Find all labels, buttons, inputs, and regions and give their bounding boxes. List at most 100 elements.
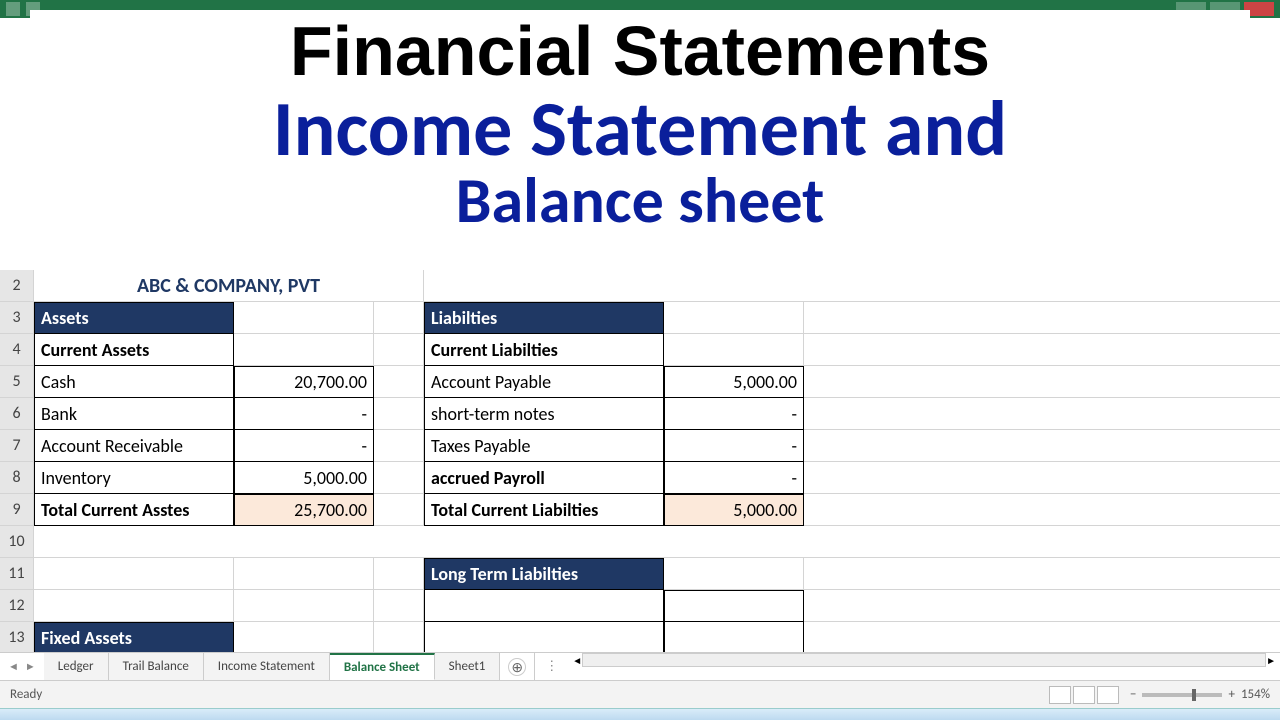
empty-cell[interactable] bbox=[374, 590, 424, 622]
row-number[interactable]: 11 bbox=[0, 558, 34, 590]
current-assets-label[interactable]: Current Assets bbox=[34, 334, 234, 366]
liabilities-header[interactable]: Liabilties bbox=[424, 302, 664, 334]
overlay-title-1: Financial Statements bbox=[41, 15, 1239, 89]
sheet-tab[interactable]: Sheet1 bbox=[435, 653, 501, 680]
add-sheet-button[interactable]: ⊕ bbox=[508, 658, 526, 676]
spreadsheet-grid[interactable]: 2 ABC & COMPANY, PVT 3 Assets Liabilties… bbox=[0, 270, 1280, 652]
row-number[interactable]: 8 bbox=[0, 462, 34, 494]
asset-label[interactable]: Inventory bbox=[34, 462, 234, 494]
empty-cell[interactable] bbox=[234, 590, 374, 622]
empty-cell[interactable] bbox=[374, 462, 424, 494]
asset-label[interactable]: Bank bbox=[34, 398, 234, 430]
empty-cell[interactable] bbox=[804, 558, 1280, 590]
fixed-assets-header[interactable]: Fixed Assets bbox=[34, 622, 234, 652]
tab-next-icon[interactable]: ► bbox=[25, 660, 36, 673]
page-layout-view-button[interactable] bbox=[1073, 686, 1095, 704]
empty-cell[interactable] bbox=[804, 302, 1280, 334]
empty-cell[interactable] bbox=[234, 334, 374, 366]
row-number[interactable]: 13 bbox=[0, 622, 34, 652]
empty-cell[interactable] bbox=[424, 590, 664, 622]
empty-cell[interactable] bbox=[374, 366, 424, 398]
empty-cell[interactable] bbox=[234, 302, 374, 334]
total-current-assets-value[interactable]: 25,700.00 bbox=[234, 494, 374, 526]
empty-cell[interactable] bbox=[664, 302, 804, 334]
zoom-out-icon[interactable]: − bbox=[1130, 687, 1136, 702]
current-liabilities-label[interactable]: Current Liabilties bbox=[424, 334, 664, 366]
asset-value[interactable]: 20,700.00 bbox=[234, 366, 374, 398]
row-number[interactable]: 5 bbox=[0, 366, 34, 398]
empty-cell[interactable] bbox=[804, 462, 1280, 494]
asset-value[interactable]: 5,000.00 bbox=[234, 462, 374, 494]
tab-prev-icon[interactable]: ◄ bbox=[8, 660, 19, 673]
zoom-slider[interactable] bbox=[1142, 693, 1222, 697]
empty-cell[interactable] bbox=[664, 590, 804, 622]
row-number[interactable]: 6 bbox=[0, 398, 34, 430]
scroll-left-icon[interactable]: ◄ bbox=[572, 654, 582, 667]
row-number[interactable]: 2 bbox=[0, 270, 34, 302]
long-term-liab-header[interactable]: Long Term Liabilties bbox=[424, 558, 664, 590]
empty-cell[interactable] bbox=[234, 558, 374, 590]
empty-cell[interactable] bbox=[34, 558, 234, 590]
empty-cell[interactable] bbox=[804, 590, 1280, 622]
empty-cell[interactable] bbox=[804, 622, 1280, 652]
asset-value[interactable]: - bbox=[234, 398, 374, 430]
liab-value[interactable]: 5,000.00 bbox=[664, 366, 804, 398]
asset-value[interactable]: - bbox=[234, 430, 374, 462]
asset-label[interactable]: Cash bbox=[34, 366, 234, 398]
liab-label[interactable]: Account Payable bbox=[424, 366, 664, 398]
liab-value[interactable]: - bbox=[664, 430, 804, 462]
sheet-tab[interactable]: Balance Sheet bbox=[330, 653, 435, 680]
total-current-liab-value[interactable]: 5,000.00 bbox=[664, 494, 804, 526]
liab-label[interactable]: accrued Payroll bbox=[424, 462, 664, 494]
total-current-liab-label[interactable]: Total Current Liabilties bbox=[424, 494, 664, 526]
save-icon[interactable] bbox=[6, 2, 20, 16]
scroll-right-icon[interactable]: ► bbox=[1266, 654, 1276, 667]
asset-label[interactable]: Account Receivable bbox=[34, 430, 234, 462]
row-number[interactable]: 7 bbox=[0, 430, 34, 462]
row-number[interactable]: 10 bbox=[0, 526, 34, 558]
empty-cell[interactable] bbox=[804, 430, 1280, 462]
liab-label[interactable]: Taxes Payable bbox=[424, 430, 664, 462]
row-number[interactable]: 12 bbox=[0, 590, 34, 622]
empty-cell[interactable] bbox=[374, 558, 424, 590]
empty-cell[interactable] bbox=[374, 302, 424, 334]
empty-cell[interactable] bbox=[424, 622, 664, 652]
normal-view-button[interactable] bbox=[1049, 686, 1071, 704]
empty-cell[interactable] bbox=[374, 398, 424, 430]
windows-taskbar[interactable] bbox=[0, 708, 1280, 720]
empty-cell[interactable] bbox=[804, 494, 1280, 526]
empty-cell[interactable] bbox=[374, 334, 424, 366]
row-number[interactable]: 3 bbox=[0, 302, 34, 334]
row-number[interactable]: 9 bbox=[0, 494, 34, 526]
total-current-assets-label[interactable]: Total Current Asstes bbox=[34, 494, 234, 526]
empty-cell[interactable] bbox=[234, 622, 374, 652]
zoom-in-icon[interactable]: + bbox=[1228, 687, 1234, 702]
tab-nav[interactable]: ◄ ► bbox=[0, 653, 44, 680]
empty-cell[interactable] bbox=[374, 494, 424, 526]
empty-cell[interactable] bbox=[424, 270, 1280, 302]
empty-cell[interactable] bbox=[664, 334, 804, 366]
tab-scroll-separator: ⋮ bbox=[534, 653, 568, 680]
page-break-view-button[interactable] bbox=[1097, 686, 1119, 704]
row-number[interactable]: 4 bbox=[0, 334, 34, 366]
empty-cell[interactable] bbox=[34, 526, 1280, 558]
empty-cell[interactable] bbox=[374, 430, 424, 462]
assets-header[interactable]: Assets bbox=[34, 302, 234, 334]
empty-cell[interactable] bbox=[804, 334, 1280, 366]
company-name[interactable]: ABC & COMPANY, PVT bbox=[34, 270, 424, 302]
zoom-control[interactable]: − + 154% bbox=[1130, 687, 1270, 702]
sheet-tab[interactable]: Ledger bbox=[44, 653, 109, 680]
empty-cell[interactable] bbox=[804, 398, 1280, 430]
zoom-level[interactable]: 154% bbox=[1241, 687, 1270, 702]
liab-value[interactable]: - bbox=[664, 462, 804, 494]
empty-cell[interactable] bbox=[664, 622, 804, 652]
empty-cell[interactable] bbox=[804, 366, 1280, 398]
sheet-tab[interactable]: Trail Balance bbox=[109, 653, 204, 680]
liab-label[interactable]: short-term notes bbox=[424, 398, 664, 430]
empty-cell[interactable] bbox=[664, 558, 804, 590]
empty-cell[interactable] bbox=[34, 590, 234, 622]
liab-value[interactable]: - bbox=[664, 398, 804, 430]
sheet-tab[interactable]: Income Statement bbox=[204, 653, 330, 680]
horizontal-scrollbar[interactable]: ◄ ► bbox=[568, 653, 1280, 667]
empty-cell[interactable] bbox=[374, 622, 424, 652]
